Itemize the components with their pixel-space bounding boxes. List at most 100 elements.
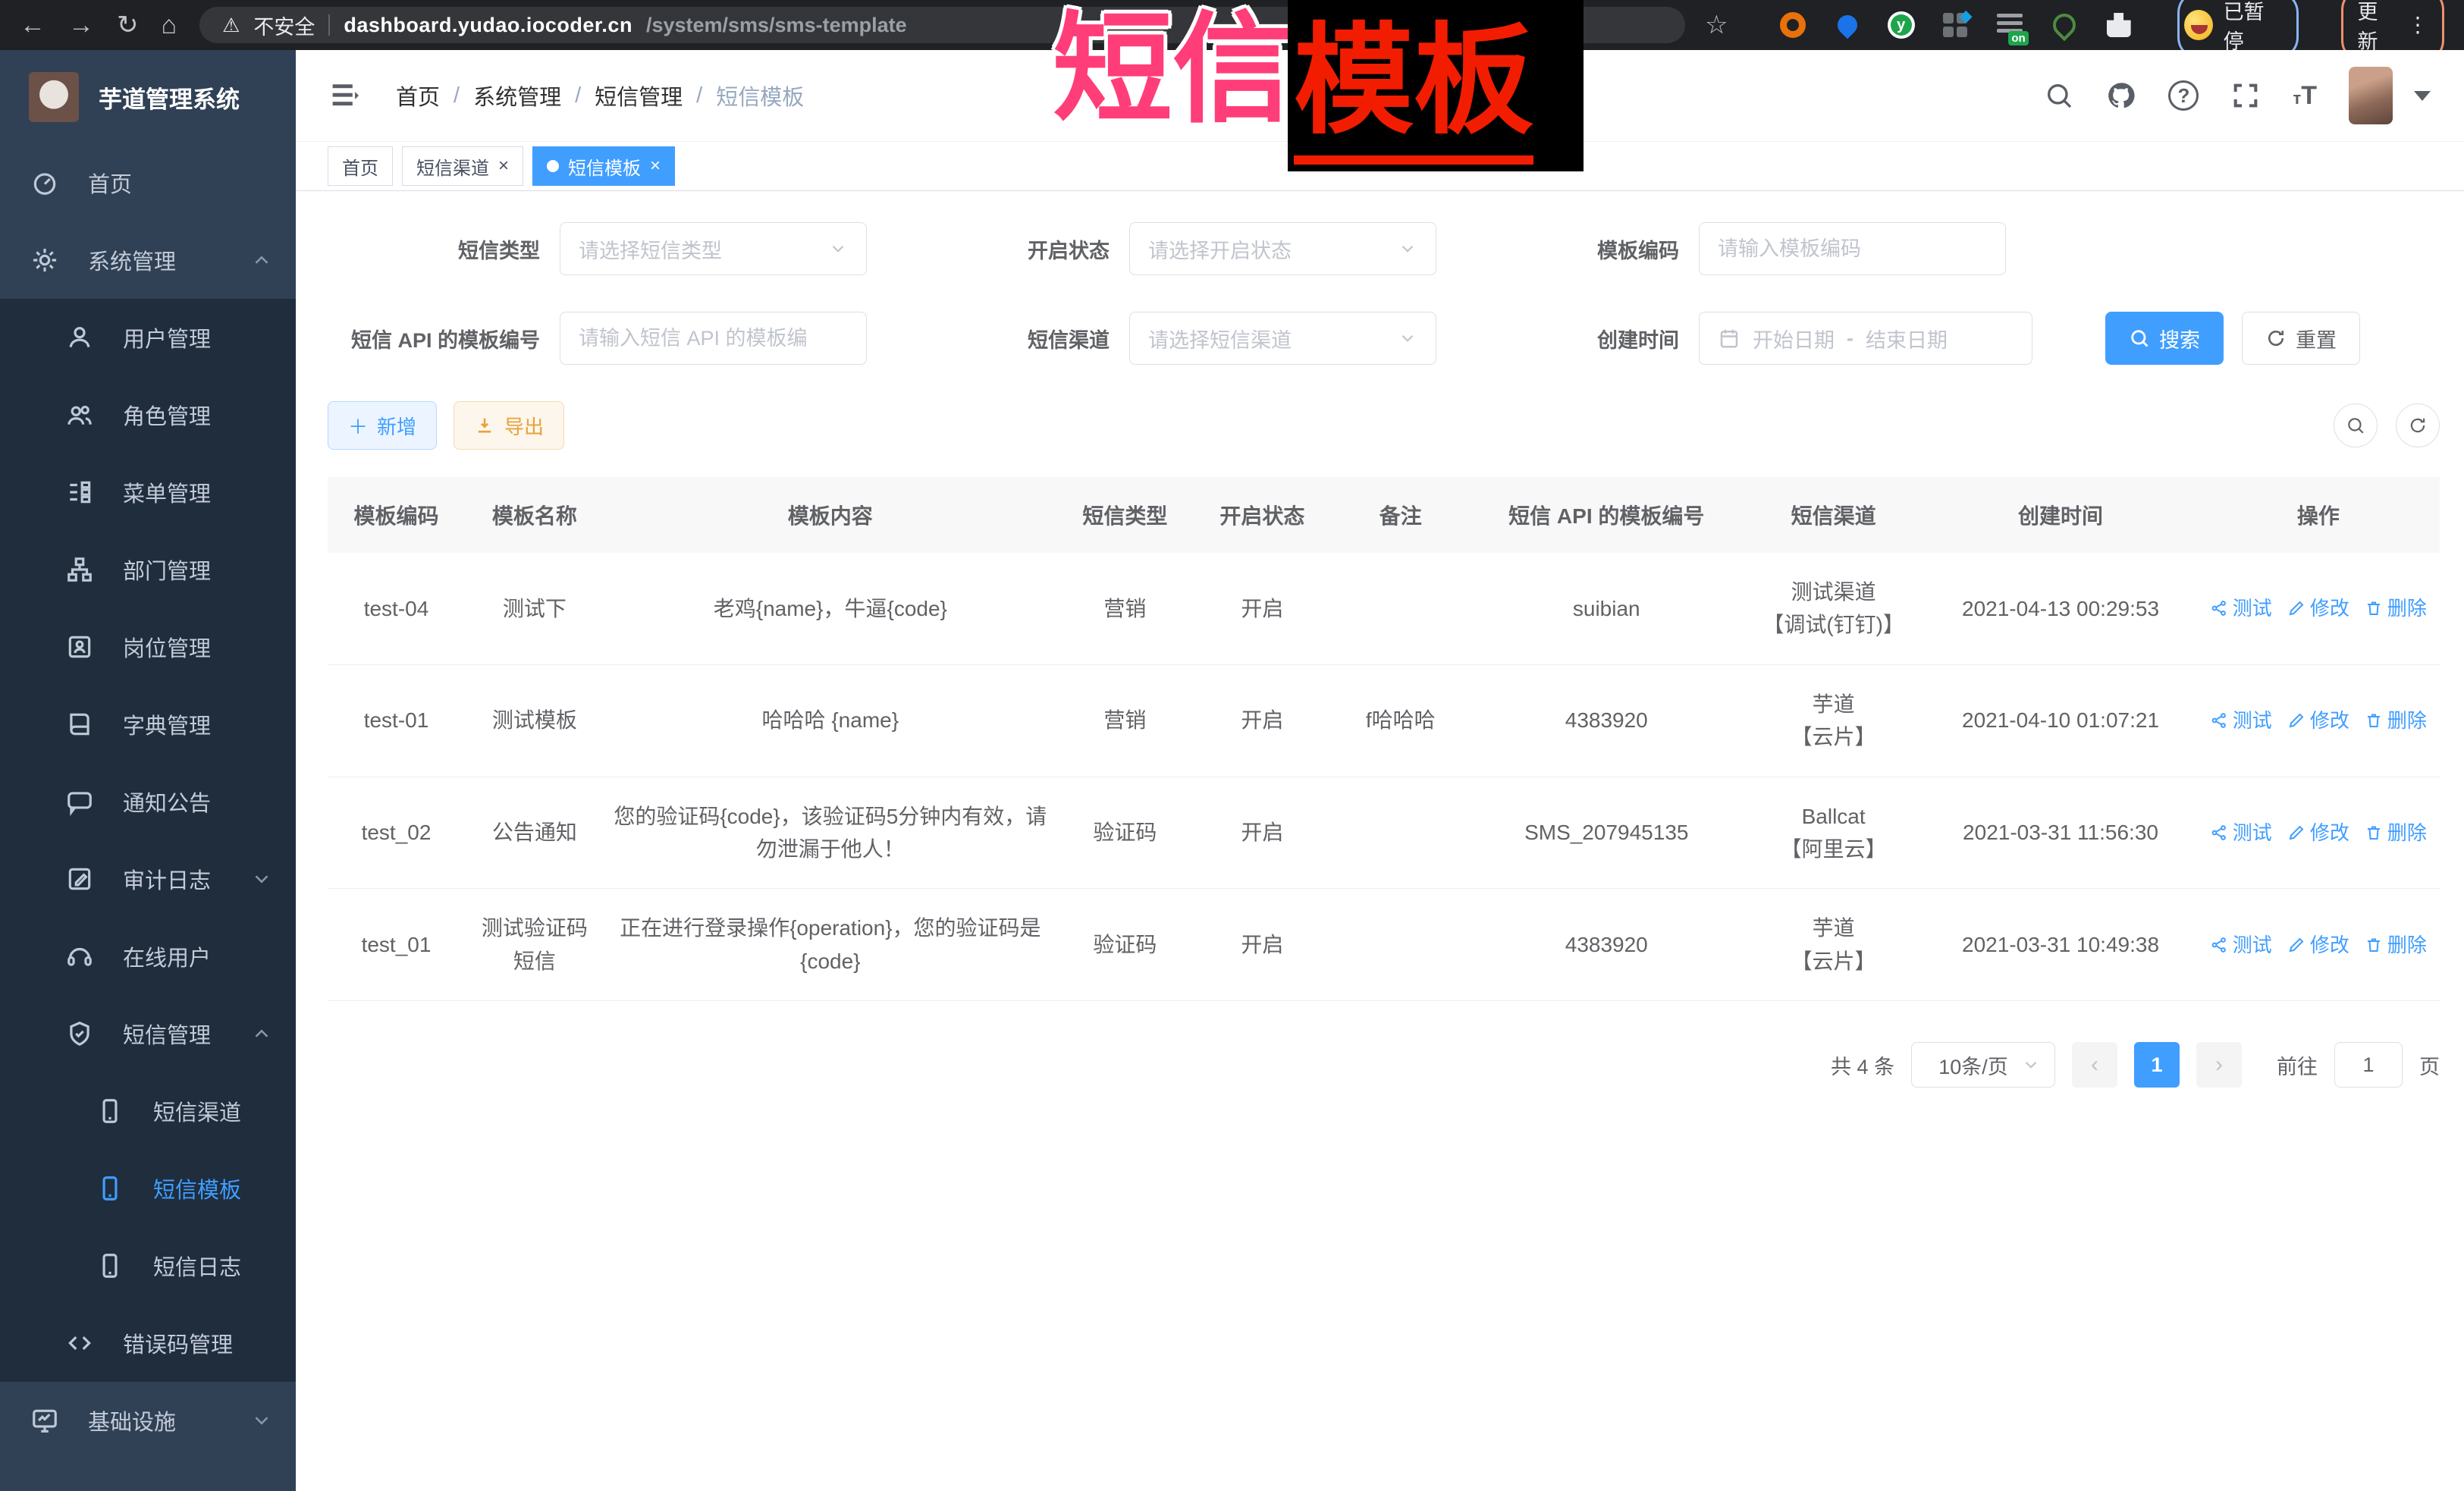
edit-link[interactable]: 修改: [2287, 818, 2349, 848]
edit-link[interactable]: 修改: [2287, 705, 2349, 736]
home-icon[interactable]: ⌂: [162, 12, 177, 38]
breadcrumb-sms[interactable]: 短信管理: [595, 80, 683, 111]
extension-puzzle-icon[interactable]: [2105, 11, 2133, 39]
edit-link[interactable]: 修改: [2287, 930, 2349, 960]
close-icon[interactable]: ×: [498, 157, 509, 175]
sidebar: 芋道管理系统 首页 系统管理 用户管理: [0, 50, 296, 1491]
sidebar-group-system[interactable]: 系统管理: [0, 221, 296, 299]
fullscreen-icon[interactable]: [2230, 80, 2261, 111]
sidebar-item-notices[interactable]: 通知公告: [0, 763, 296, 840]
sidebar-item-audit-log[interactable]: 审计日志: [0, 840, 296, 918]
cell-channel: 芋道 【云片】: [1743, 664, 1925, 777]
delete-link[interactable]: 删除: [2365, 930, 2427, 960]
forward-icon[interactable]: →: [68, 12, 94, 38]
api-template-id-input-wrap: [560, 312, 867, 365]
template-code-input[interactable]: [1718, 237, 1987, 261]
current-page[interactable]: 1: [2134, 1042, 2180, 1088]
extensions-row: y ◆ on: [1778, 11, 2133, 39]
sidebar-item-menus[interactable]: 菜单管理: [0, 454, 296, 531]
sidebar-group-sms[interactable]: 短信管理: [0, 995, 296, 1072]
sms-channel-select[interactable]: 请选择短信渠道: [1129, 312, 1436, 365]
edit-link[interactable]: 修改: [2287, 593, 2349, 623]
filter-row-1: 短信类型 请选择短信类型 开启状态 请选择开启状态 模板编码: [328, 222, 2440, 275]
chevron-down-icon: [1398, 239, 1417, 259]
export-button[interactable]: 导出: [454, 401, 564, 450]
extension-spy-icon[interactable]: [2050, 11, 2079, 39]
filter-row-2: 短信 API 的模板编号 短信渠道 请选择短信渠道 创建时间: [328, 312, 2440, 365]
table-row: test-01 测试模板 哈哈哈 {name} 营销 开启 f哈哈哈 43839…: [328, 664, 2440, 777]
code-icon: [65, 1329, 94, 1358]
topbar-actions: ? тT: [2044, 67, 2431, 124]
view-tabs: 首页 短信渠道 × 短信模板 ×: [296, 141, 2464, 191]
sidebar-group-infra[interactable]: 基础设施: [0, 1382, 296, 1459]
add-button[interactable]: ＋ 新增: [328, 401, 437, 450]
sms-type-select[interactable]: 请选择短信类型: [560, 222, 867, 275]
breadcrumb-home[interactable]: 首页: [396, 80, 440, 111]
test-link[interactable]: 测试: [2210, 593, 2272, 623]
tab-home[interactable]: 首页: [328, 146, 393, 186]
date-range-picker[interactable]: 开始日期 - 结束日期: [1699, 312, 2032, 365]
sidebar-item-users[interactable]: 用户管理: [0, 299, 296, 376]
bookmark-star-icon[interactable]: ☆: [1705, 10, 1728, 40]
extension-list-icon[interactable]: on: [1995, 11, 2024, 39]
delete-link[interactable]: 删除: [2365, 818, 2427, 848]
status-select[interactable]: 请选择开启状态: [1129, 222, 1436, 275]
reset-button[interactable]: 重置: [2242, 312, 2360, 365]
sidebar-item-departments[interactable]: 部门管理: [0, 531, 296, 608]
address-bar[interactable]: ⚠ 不安全 dashboard.yudao.iocoder.cn /system…: [199, 7, 1685, 43]
table-toolbar: ＋ 新增 导出: [328, 401, 2440, 450]
tab-sms-template[interactable]: 短信模板 ×: [532, 146, 675, 186]
address-separator: [328, 14, 330, 36]
delete-link[interactable]: 删除: [2365, 705, 2427, 736]
sidebar-item-dictionary[interactable]: 字典管理: [0, 686, 296, 763]
page-size-select[interactable]: 10条/页: [1911, 1042, 2055, 1088]
filter-label: 短信类型: [328, 234, 540, 264]
back-icon[interactable]: ←: [20, 12, 46, 38]
filter-status: 开启状态 请选择开启状态: [897, 222, 1436, 275]
user-avatar[interactable]: [2349, 67, 2393, 124]
search-button[interactable]: 搜索: [2105, 312, 2224, 365]
font-size-icon[interactable]: тT: [2293, 81, 2317, 111]
test-link[interactable]: 测试: [2210, 818, 2272, 848]
tab-sms-channel[interactable]: 短信渠道 ×: [402, 146, 523, 186]
sidebar-item-home[interactable]: 首页: [0, 144, 296, 221]
avatar-caret-icon[interactable]: [2414, 91, 2431, 101]
extension-ring-icon[interactable]: [1778, 11, 1807, 39]
gear-icon: [30, 246, 59, 275]
github-icon[interactable]: [2106, 80, 2136, 111]
extension-pin-icon[interactable]: [1833, 11, 1862, 39]
collapse-sidebar-icon[interactable]: [329, 82, 361, 109]
close-icon[interactable]: ×: [650, 157, 661, 175]
url-host: dashboard.yudao.iocoder.cn: [344, 14, 632, 37]
search-icon[interactable]: [2044, 80, 2074, 111]
test-link[interactable]: 测试: [2210, 705, 2272, 736]
extension-grid-icon[interactable]: ◆: [1941, 11, 1970, 39]
browser-menu-icon[interactable]: ⋮: [2407, 19, 2428, 32]
sidebar-item-error-codes[interactable]: 错误码管理: [0, 1304, 296, 1382]
breadcrumb-system[interactable]: 系统管理: [473, 80, 561, 111]
sidebar-item-sms-template[interactable]: 短信模板: [0, 1150, 296, 1227]
reload-icon[interactable]: ↻: [117, 12, 139, 38]
sidebar-item-sms-log[interactable]: 短信日志: [0, 1227, 296, 1304]
cell-actions: 测试 修改 删除: [2197, 777, 2440, 889]
test-link[interactable]: 测试: [2210, 930, 2272, 960]
prev-page-button[interactable]: ‹: [2072, 1042, 2117, 1088]
not-secure-label: 不安全: [253, 11, 315, 40]
cell-code: test-01: [328, 664, 465, 777]
delete-link[interactable]: 删除: [2365, 593, 2427, 623]
sidebar-item-sms-channel[interactable]: 短信渠道: [0, 1072, 296, 1150]
sidebar-item-posts[interactable]: 岗位管理: [0, 608, 296, 686]
app-logo-row[interactable]: 芋道管理系统: [0, 50, 296, 144]
next-page-button[interactable]: ›: [2196, 1042, 2242, 1088]
sidebar-item-online-users[interactable]: 在线用户: [0, 918, 296, 995]
book-icon: [65, 710, 94, 739]
api-template-id-input[interactable]: [579, 327, 848, 350]
cell-type: 验证码: [1056, 889, 1194, 1001]
extension-y-icon[interactable]: y: [1888, 11, 1915, 39]
goto-page-input[interactable]: [2334, 1042, 2403, 1088]
refresh-button[interactable]: [2396, 403, 2440, 447]
sidebar-item-roles[interactable]: 角色管理: [0, 376, 296, 454]
toggle-search-button[interactable]: [2334, 403, 2378, 447]
help-icon[interactable]: ?: [2168, 80, 2199, 111]
cell-created: 2021-03-31 10:49:38: [1924, 889, 2196, 1001]
